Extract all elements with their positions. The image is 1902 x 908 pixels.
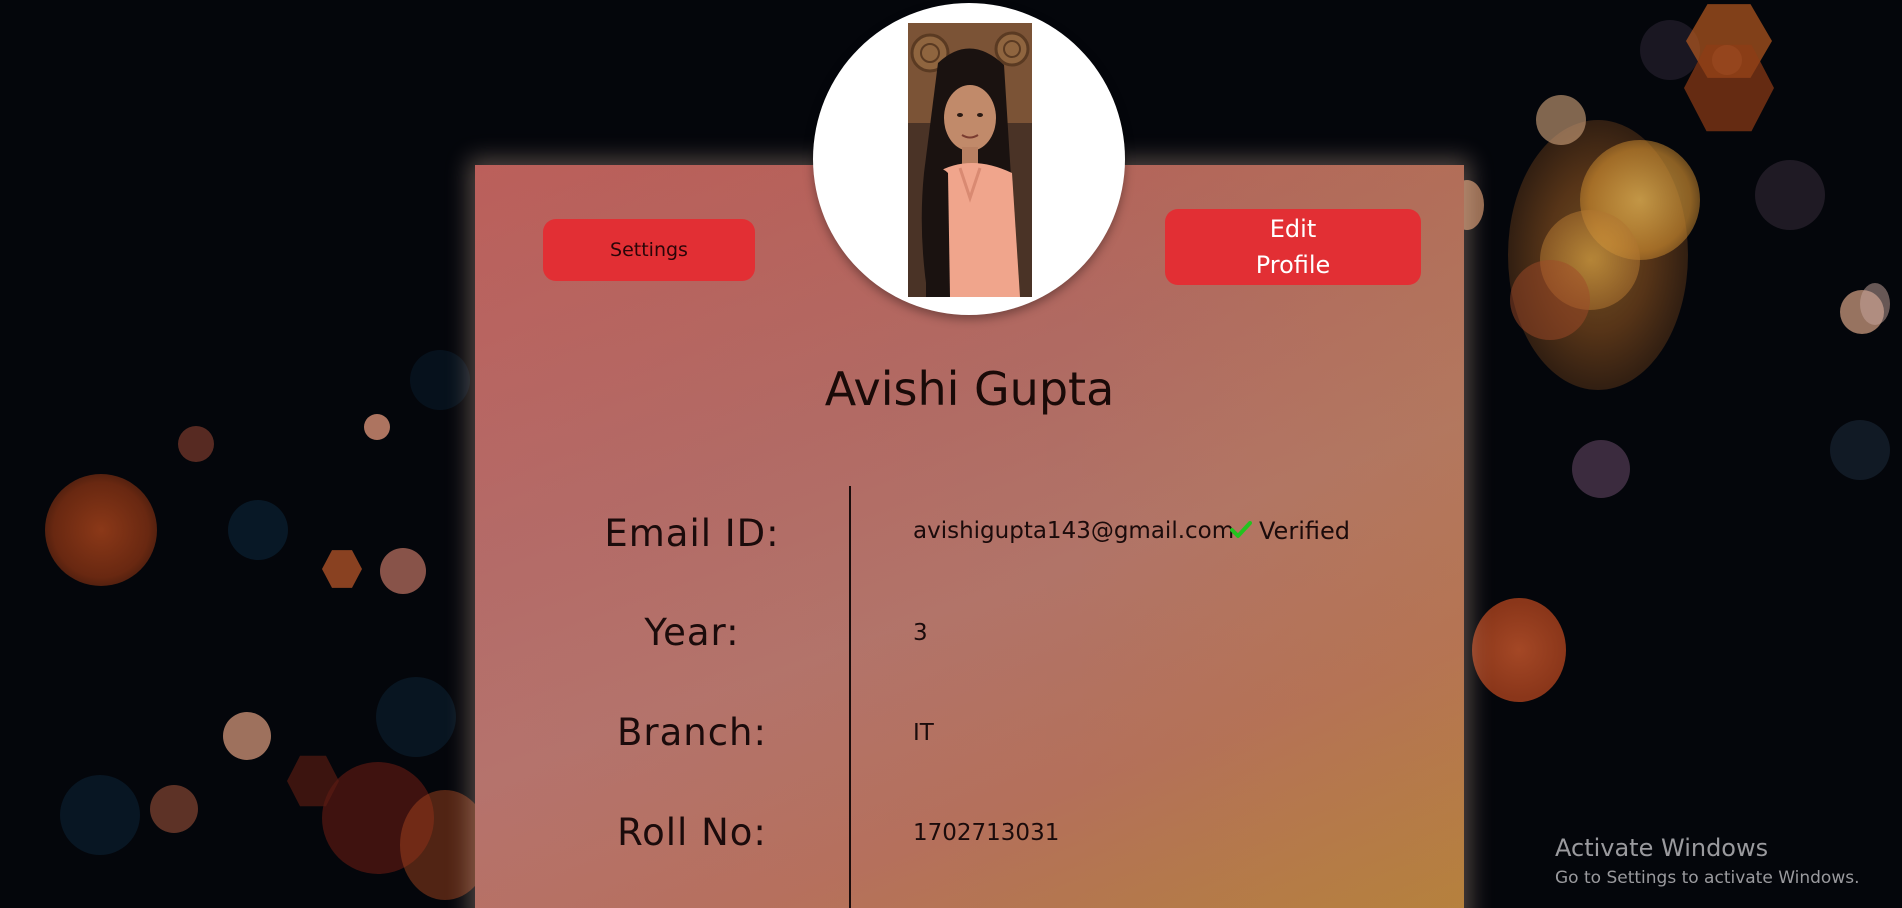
branch-value: IT (913, 720, 934, 746)
email-label: Email ID: (604, 512, 780, 555)
verified-badge: Verified (1230, 517, 1350, 545)
profile-name: Avishi Gupta (824, 362, 1115, 416)
branch-label: Branch: (617, 711, 767, 754)
avatar (813, 3, 1125, 315)
edit-profile-button[interactable]: Edit Profile (1165, 209, 1421, 285)
check-icon (1230, 517, 1252, 545)
activate-windows-watermark: Activate Windows Go to Settings to activ… (1555, 834, 1860, 888)
watermark-subtitle: Go to Settings to activate Windows. (1555, 868, 1860, 888)
profile-photo (908, 23, 1032, 297)
roll-no-value: 1702713031 (913, 820, 1060, 846)
watermark-title: Activate Windows (1555, 834, 1769, 862)
settings-button[interactable]: Settings (543, 219, 755, 281)
verified-text: Verified (1259, 517, 1350, 545)
roll-no-label: Roll No: (617, 811, 767, 854)
year-value: 3 (913, 620, 928, 646)
email-value: avishigupta143@gmail.com (913, 518, 1235, 544)
year-label: Year: (644, 611, 740, 654)
profile-page: Settings Edit Profile Avishi Gupta Email… (0, 0, 1902, 908)
